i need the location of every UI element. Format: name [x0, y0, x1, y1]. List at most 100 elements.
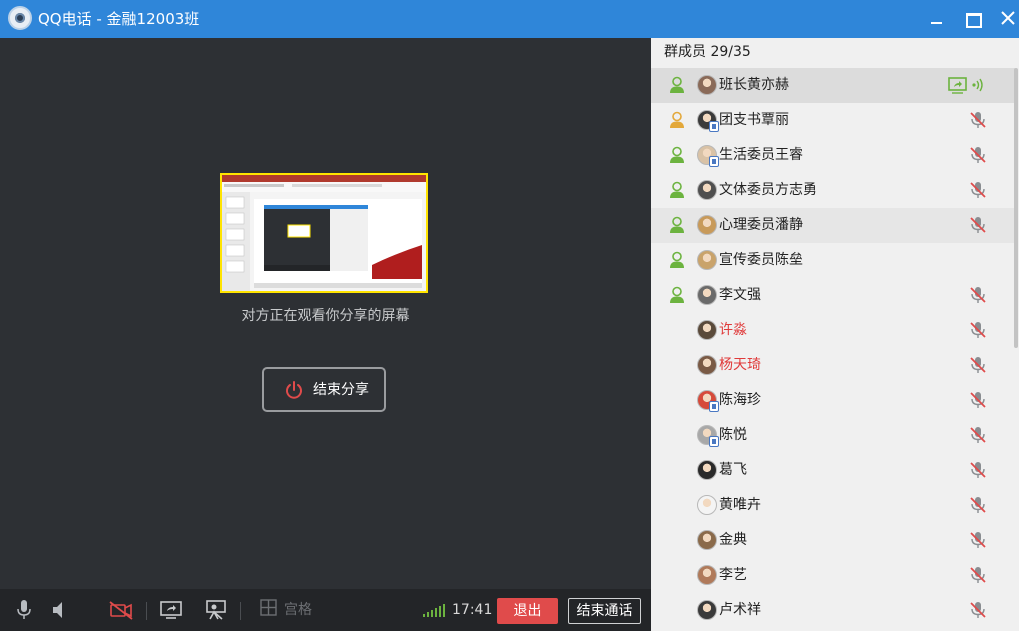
member-name: 杨天琦: [719, 357, 761, 373]
member-name: 陈悦: [719, 427, 747, 443]
online-person-icon: [668, 286, 686, 308]
mic-muted-icon: [969, 496, 987, 518]
signal-strength-icon: [423, 604, 445, 617]
avatar[interactable]: [697, 600, 717, 620]
grid-view-label[interactable]: 宫格: [284, 601, 312, 619]
member-row[interactable]: 葛飞: [651, 453, 1015, 488]
member-name: 陈海珍: [719, 392, 761, 408]
avatar[interactable]: [697, 250, 717, 270]
screen-share-area: 对方正在观看你分享的屏幕 结束分享: [0, 38, 651, 589]
member-row[interactable]: 文体委员方志勇: [651, 173, 1015, 208]
member-row[interactable]: 卢术祥: [651, 593, 1015, 628]
member-name: 李文强: [719, 287, 761, 303]
member-name: 心理委员潘静: [719, 217, 803, 233]
avatar[interactable]: [697, 530, 717, 550]
maximize-button[interactable]: [959, 6, 985, 32]
member-name: 葛飞: [719, 462, 747, 478]
qq-logo-icon: [8, 6, 32, 30]
member-name: 许淼: [719, 322, 747, 338]
avatar[interactable]: [697, 320, 717, 340]
device-badge-icon: [709, 121, 719, 132]
mic-muted-icon: [969, 146, 987, 168]
online-person-icon: [668, 111, 686, 133]
end-share-button[interactable]: 结束分享: [262, 367, 386, 412]
mic-muted-icon: [969, 426, 987, 448]
member-row[interactable]: 团支书覃丽: [651, 103, 1015, 138]
exit-button[interactable]: 退出: [497, 598, 558, 624]
member-row[interactable]: 李艺: [651, 558, 1015, 593]
member-name: 生活委员王睿: [719, 147, 803, 163]
device-badge-icon: [709, 401, 719, 412]
mic-muted-icon: [969, 216, 987, 238]
mic-muted-icon: [969, 391, 987, 413]
presentation-icon[interactable]: [204, 599, 228, 621]
avatar[interactable]: [697, 355, 717, 375]
member-name: 金典: [719, 532, 747, 548]
member-row[interactable]: 李文强: [651, 278, 1015, 313]
mic-muted-icon: [969, 531, 987, 553]
avatar[interactable]: [697, 215, 717, 235]
microphone-icon[interactable]: [15, 599, 33, 621]
avatar[interactable]: [697, 495, 717, 515]
end-share-label: 结束分享: [313, 382, 369, 398]
online-person-icon: [668, 251, 686, 273]
member-panel: 群成员 29/35 班长黄亦赫团支书覃丽生活委员王睿 文体委员方志勇 心理委员潘静宣…: [651, 38, 1019, 631]
mic-muted-icon: [969, 461, 987, 483]
online-person-icon: [668, 181, 686, 203]
member-row[interactable]: 陈悦: [651, 418, 1015, 453]
member-count-header: 群成员 29/35: [664, 44, 751, 60]
member-name: 黄唯卉: [719, 497, 761, 513]
sharing-speaking-icon: [947, 76, 987, 98]
power-icon: [286, 381, 302, 399]
member-row[interactable]: 班长黄亦赫: [651, 68, 1015, 103]
mic-muted-icon: [969, 286, 987, 308]
call-time: 17:41: [452, 602, 493, 618]
device-badge-icon: [709, 156, 719, 167]
member-row[interactable]: 生活委员王睿: [651, 138, 1015, 173]
device-badge-icon: [709, 436, 719, 447]
avatar[interactable]: [697, 460, 717, 480]
member-name: 文体委员方志勇: [719, 182, 817, 198]
avatar[interactable]: [697, 180, 717, 200]
member-row[interactable]: 金典: [651, 523, 1015, 558]
online-person-icon: [668, 216, 686, 238]
toolbar-divider: [240, 602, 241, 620]
shared-screen-thumbnail: [220, 173, 428, 293]
avatar[interactable]: [697, 565, 717, 585]
member-row[interactable]: 许淼: [651, 313, 1015, 348]
member-row[interactable]: 陈海珍: [651, 383, 1015, 418]
mic-muted-icon: [969, 181, 987, 203]
avatar[interactable]: [697, 75, 717, 95]
mic-muted-icon: [969, 321, 987, 343]
member-row[interactable]: 宣传委员陈垒: [651, 243, 1015, 278]
window-title: QQ电话 - 金融12003班: [38, 10, 200, 28]
close-icon: [1001, 11, 1015, 25]
mic-muted-icon: [969, 601, 987, 623]
toolbar-divider: [146, 602, 147, 620]
member-row[interactable]: 心理委员潘静: [651, 208, 1015, 243]
sharing-status-text: 对方正在观看你分享的屏幕: [241, 308, 410, 324]
mic-muted-icon: [969, 356, 987, 378]
member-name: 班长黄亦赫: [719, 77, 789, 93]
grid-icon[interactable]: [260, 599, 278, 617]
close-button[interactable]: [995, 6, 1019, 32]
camera-off-icon[interactable]: [108, 599, 134, 621]
member-list-scrollbar[interactable]: [1014, 68, 1018, 348]
member-row[interactable]: 黄唯卉: [651, 488, 1015, 523]
member-name: 宣传委员陈垒: [719, 252, 803, 268]
mic-muted-icon: [969, 111, 987, 133]
avatar[interactable]: [697, 285, 717, 305]
member-name: 李艺: [719, 567, 747, 583]
mic-muted-icon: [969, 566, 987, 588]
member-row[interactable]: 杨天琦: [651, 348, 1015, 383]
online-person-icon: [668, 146, 686, 168]
online-person-icon: [668, 76, 686, 98]
screen-share-icon[interactable]: [159, 599, 183, 621]
member-name: 团支书覃丽: [719, 112, 789, 128]
speaker-icon[interactable]: [50, 599, 70, 621]
title-bar: QQ电话 - 金融12003班: [0, 0, 1019, 38]
minimize-button[interactable]: [923, 6, 949, 32]
member-list: 班长黄亦赫团支书覃丽生活委员王睿 文体委员方志勇 心理委员潘静 宣传委员陈垒 李文强许淼…: [651, 68, 1015, 628]
member-name: 卢术祥: [719, 602, 761, 618]
end-call-button[interactable]: 结束通话: [568, 598, 641, 624]
